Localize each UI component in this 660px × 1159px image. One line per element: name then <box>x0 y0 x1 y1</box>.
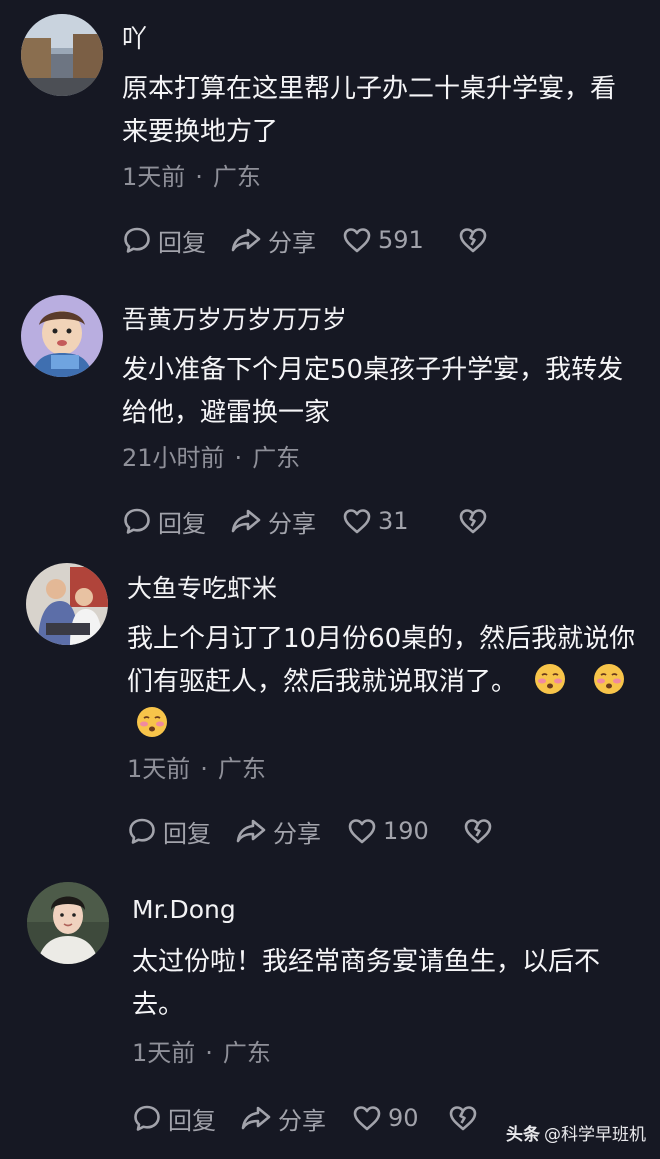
comment-location: 广东 <box>212 163 261 191</box>
comment-time: 21小时前 <box>122 444 225 472</box>
comment-meta: 1天前 · 广东 <box>122 162 261 192</box>
share-button[interactable]: 分享 <box>235 814 347 849</box>
dislike-button[interactable] <box>463 816 499 846</box>
reply-icon <box>134 1105 160 1131</box>
comment-location: 广东 <box>217 755 266 783</box>
reply-label: 回复 <box>163 819 211 848</box>
share-icon <box>236 819 266 843</box>
share-label: 分享 <box>278 1106 326 1135</box>
comment-meta: 1天前 · 广东 <box>127 754 266 784</box>
share-label: 分享 <box>268 228 316 257</box>
like-button[interactable]: 31 <box>342 506 458 536</box>
dislike-button[interactable] <box>458 225 494 255</box>
like-count: 591 <box>378 226 424 254</box>
separator-dot: · <box>200 755 208 783</box>
separator-dot: · <box>234 444 243 472</box>
reply-button[interactable]: 回复 <box>127 814 235 849</box>
reply-icon <box>124 508 150 534</box>
comment-username[interactable]: Mr.Dong <box>132 895 236 925</box>
separator-dot: · <box>195 163 203 191</box>
blushing-face-emoji <box>593 664 624 694</box>
comment-actions: 回复 分享 31 <box>122 503 494 539</box>
heart-icon <box>343 228 371 253</box>
broken-heart-icon <box>459 228 487 253</box>
comment-time: 1天前 <box>127 755 191 783</box>
comment-location: 广东 <box>252 444 301 472</box>
broken-heart-icon <box>459 509 487 534</box>
reply-button[interactable]: 回复 <box>132 1101 240 1136</box>
comment-meta: 1天前 · 广东 <box>132 1038 271 1068</box>
blushing-face-emoji <box>535 664 566 694</box>
comment-username[interactable]: 吾黄万岁万岁万万岁 <box>122 305 347 335</box>
share-button[interactable]: 分享 <box>230 504 342 539</box>
like-count: 31 <box>378 507 409 535</box>
avatar[interactable] <box>21 14 103 96</box>
reply-label: 回复 <box>158 509 206 538</box>
avatar[interactable] <box>21 295 103 377</box>
share-icon <box>231 228 261 252</box>
like-count: 90 <box>388 1104 419 1132</box>
comment-text: 原本打算在这里帮儿子办二十桌升学宴，看来要换地方了 <box>122 74 617 147</box>
heart-icon <box>343 509 371 534</box>
share-label: 分享 <box>268 509 316 538</box>
comment-actions: 回复 分享 591 <box>122 222 494 258</box>
dislike-button[interactable] <box>458 506 494 536</box>
comment-actions: 回复 分享 90 <box>132 1100 484 1136</box>
reply-icon <box>124 227 150 253</box>
reply-label: 回复 <box>168 1106 216 1135</box>
share-icon <box>241 1106 271 1130</box>
comment-text: 发小准备下个月定50桌孩子升学宴，我转发给他，避雷换一家 <box>122 355 624 428</box>
share-icon <box>231 509 261 533</box>
heart-icon <box>348 819 376 844</box>
watermark-brand: 头条 <box>506 1125 540 1145</box>
comment-location: 广东 <box>222 1039 271 1067</box>
heart-icon <box>353 1106 381 1131</box>
comment-username[interactable]: 大鱼专吃虾米 <box>127 574 277 604</box>
reply-icon <box>129 818 155 844</box>
separator-dot: · <box>205 1039 213 1067</box>
comment-meta: 21小时前 · 广东 <box>122 443 300 473</box>
comment-actions: 回复 分享 190 <box>127 813 499 849</box>
like-button[interactable]: 591 <box>342 225 458 255</box>
like-button[interactable]: 90 <box>352 1103 448 1133</box>
like-count: 190 <box>383 817 429 845</box>
blushing-face-emoji <box>137 707 167 737</box>
reply-button[interactable]: 回复 <box>122 504 230 539</box>
comment-time: 1天前 <box>132 1039 196 1067</box>
share-button[interactable]: 分享 <box>230 223 342 258</box>
reply-button[interactable]: 回复 <box>122 223 230 258</box>
watermark: 头条 @科学早班机 <box>506 1120 646 1145</box>
watermark-handle: @科学早班机 <box>544 1125 646 1145</box>
avatar[interactable] <box>27 882 109 964</box>
avatar[interactable] <box>26 563 108 645</box>
reply-label: 回复 <box>158 228 206 257</box>
share-button[interactable]: 分享 <box>240 1101 352 1136</box>
share-label: 分享 <box>273 819 321 848</box>
comment-item: 大鱼专吃虾米 我上个月订了10月份60桌的，然后我就说你们有驱赶人，然后我就说取… <box>0 560 660 870</box>
comment-time: 1天前 <box>122 163 186 191</box>
comment-item: Mr.Dong 太过份啦！我经常商务宴请鱼生，以后不去。 1天前 · 广东 回复 分… <box>0 870 660 1159</box>
broken-heart-icon <box>464 819 492 844</box>
comment-text: 我上个月订了10月份60桌的，然后我就说你们有驱赶人，然后我就说取消了。 <box>127 618 639 747</box>
like-button[interactable]: 190 <box>347 816 463 846</box>
comment-username[interactable]: 吖 <box>122 24 147 54</box>
comment-item: 吾黄万岁万岁万万岁 发小准备下个月定50桌孩子升学宴，我转发给他，避雷换一家 2… <box>0 280 660 560</box>
broken-heart-icon <box>449 1106 477 1131</box>
dislike-button[interactable] <box>448 1103 484 1133</box>
comment-text: 太过份啦！我经常商务宴请鱼生，以后不去。 <box>132 947 601 1020</box>
comment-item: 吖 原本打算在这里帮儿子办二十桌升学宴，看来要换地方了 1天前 · 广东 回复 分享… <box>0 0 660 280</box>
